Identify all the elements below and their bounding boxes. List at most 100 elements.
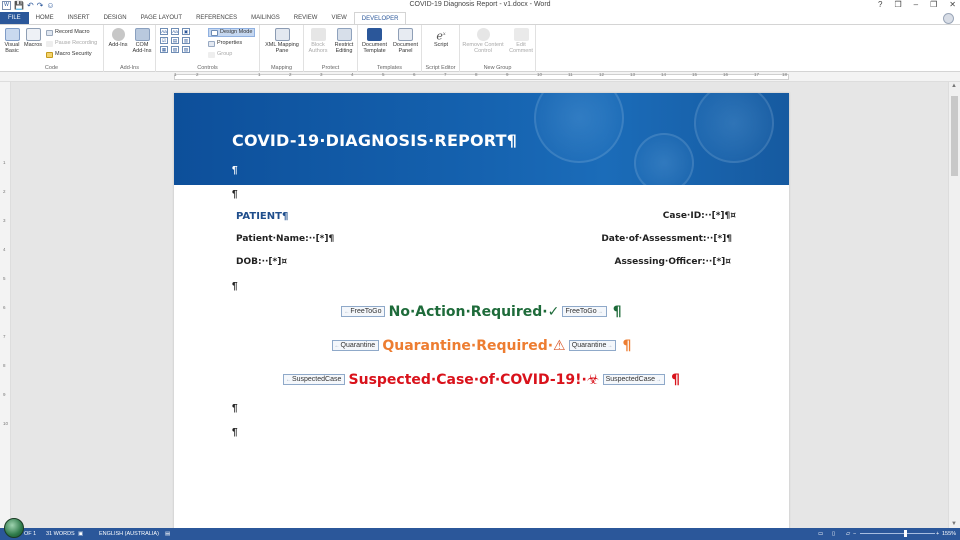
case-id-field[interactable]: Case·ID:··[*]¶¤ (663, 211, 736, 221)
ruler-tick: 16 (723, 72, 729, 77)
web-layout-icon[interactable]: ▱ (846, 531, 850, 537)
record-macro-button[interactable]: Record Macro (46, 29, 90, 36)
header-banner: COVID-19·DIAGNOSIS·REPORT¶ ¶ (174, 93, 789, 185)
horizontal-ruler[interactable]: 1 2 1 2 3 4 5 6 7 8 9 10 11 12 13 14 15 … (0, 72, 960, 82)
edit-comment-icon (513, 28, 529, 41)
tab-design[interactable]: DESIGN (97, 12, 134, 24)
scroll-thumb[interactable] (951, 96, 958, 176)
zoom-level[interactable]: 155% (942, 531, 956, 537)
addins-button[interactable]: Add-Ins (106, 28, 130, 48)
pause-recording-button[interactable]: Pause Recording (46, 40, 97, 47)
zoom-out-icon[interactable]: − (853, 531, 856, 537)
tab-file[interactable]: FILE (0, 12, 29, 24)
vertical-ruler[interactable]: 1 2 3 4 5 6 7 8 9 10 (0, 82, 11, 528)
content-control-start-tag[interactable]: SuspectedCase (282, 374, 346, 385)
restrict-editing-button[interactable]: Restrict Editing (331, 28, 357, 54)
content-control-end-tag[interactable]: Quarantine (568, 340, 617, 351)
proofing-icon[interactable]: ▣ (78, 531, 83, 537)
content-control-start-tag[interactable]: Quarantine (331, 340, 380, 351)
date-control-icon[interactable]: ▧ (171, 46, 179, 53)
document-canvas[interactable]: COVID-19·DIAGNOSIS·REPORT¶ ¶ ¶ PATIENT¶ … (11, 82, 948, 528)
content-control-end-tag[interactable]: FreeToGo (562, 306, 607, 317)
outcome-free-to-go[interactable]: FreeToGo No·Action·Required·✓ FreeToGo ¶ (174, 304, 789, 320)
tab-review[interactable]: REVIEW (287, 12, 325, 24)
document-page[interactable]: COVID-19·DIAGNOSIS·REPORT¶ ¶ ¶ PATIENT¶ … (174, 93, 789, 528)
restore-icon[interactable]: ❒ (930, 0, 937, 9)
document-panel-button[interactable]: Document Panel (390, 28, 421, 54)
outcome-text[interactable]: Suspected·Case·of·COVID-19!· (349, 372, 587, 388)
rich-text-control-icon[interactable]: Aa (160, 28, 168, 35)
scroll-up-icon[interactable]: ▲ (951, 83, 957, 89)
tab-mailings[interactable]: MAILINGS (244, 12, 287, 24)
xml-mapping-pane-button[interactable]: XML Mapping Pane (261, 28, 303, 54)
tab-view[interactable]: VIEW (324, 12, 353, 24)
group-label-mapping: Mapping (270, 65, 293, 71)
script-button[interactable]: ex Script (426, 28, 456, 48)
group-script-editor: ex Script Script Editor (422, 25, 460, 72)
patient-heading[interactable]: PATIENT¶ (236, 211, 288, 222)
tab-insert[interactable]: INSERT (61, 12, 97, 24)
design-mode-icon (211, 29, 218, 36)
minimize-icon[interactable]: – (914, 0, 918, 9)
tab-developer[interactable]: DEVELOPER (353, 12, 407, 24)
content-control-start-tag[interactable]: FreeToGo (341, 306, 386, 317)
zoom-in-icon[interactable]: + (936, 531, 939, 537)
outcome-text[interactable]: Quarantine·Required· (382, 338, 553, 354)
page-count[interactable]: OF 1 (24, 531, 36, 537)
outcome-suspected-case[interactable]: SuspectedCase Suspected·Case·of·COVID-19… (174, 372, 789, 388)
remove-content-control-button[interactable]: Remove Content Control (460, 28, 506, 54)
edit-comment-button[interactable]: Edit Comment (506, 28, 536, 54)
visual-basic-icon (4, 28, 20, 41)
ruler-tick: 8 (475, 72, 478, 77)
ruler-tick: 15 (692, 72, 698, 77)
macro-security-button[interactable]: Macro Security (46, 51, 92, 58)
title-bar: W 💾 ↶ ↷ ☺ COVID-19 Diagnosis Report - v1… (0, 0, 960, 11)
ruler-tick: 13 (630, 72, 636, 77)
print-layout-icon[interactable]: ▯ (832, 531, 835, 537)
user-account-icon[interactable] (943, 13, 954, 24)
ruler-tick: 2 (289, 72, 292, 77)
zoom-slider-knob[interactable] (904, 530, 907, 537)
ruler-tick: 6 (413, 72, 416, 77)
tab-page-layout[interactable]: PAGE LAYOUT (134, 12, 189, 24)
word-count[interactable]: 31 WORDS (46, 531, 75, 537)
design-mode-button[interactable]: Design Mode (208, 28, 256, 37)
ruler-tick: 9 (3, 392, 6, 397)
legacy-tools-icon[interactable]: ▨ (182, 46, 190, 53)
properties-button[interactable]: Properties (208, 40, 242, 47)
plain-text-control-icon[interactable]: Aa (171, 28, 179, 35)
ruler-tick: 17 (754, 72, 760, 77)
scroll-down-icon[interactable]: ▼ (951, 521, 957, 527)
combobox-control-icon[interactable]: ▤ (171, 37, 179, 44)
tab-home[interactable]: HOME (29, 12, 61, 24)
close-icon[interactable]: ✕ (949, 0, 956, 9)
ribbon-display-icon[interactable]: ❒ (895, 0, 902, 9)
block-authors-button[interactable]: Block Authors (305, 28, 331, 54)
content-control-end-tag[interactable]: SuspectedCase (602, 374, 665, 385)
read-mode-icon[interactable]: ▭ (818, 531, 823, 537)
visual-basic-button[interactable]: Visual Basic (2, 28, 22, 54)
outcome-quarantine[interactable]: Quarantine Quarantine·Required·⚠ Quarant… (174, 338, 789, 354)
checkbox-control-icon[interactable]: ☑ (160, 37, 168, 44)
patient-name-field[interactable]: Patient·Name:··[*]¶ (236, 234, 334, 244)
assessing-officer-field[interactable]: Assessing·Officer:··[*]¤ (614, 257, 731, 267)
macros-button[interactable]: Macros (22, 28, 44, 48)
properties-icon (208, 40, 215, 47)
vertical-scrollbar[interactable]: ▲ ▼ (948, 82, 960, 528)
zoom-slider[interactable] (860, 533, 935, 534)
com-addins-button[interactable]: COM Add-Ins (130, 28, 154, 54)
dropdown-control-icon[interactable]: ▥ (182, 37, 190, 44)
picture-control-icon[interactable]: ▣ (182, 28, 190, 35)
document-template-button[interactable]: Document Template (359, 28, 390, 54)
group-label-protect: Protect (321, 65, 340, 71)
help-icon[interactable]: ? (878, 0, 882, 9)
macro-recording-icon[interactable]: ▤ (165, 531, 170, 537)
group-button[interactable]: Group (208, 51, 232, 58)
building-block-control-icon[interactable]: ▦ (160, 46, 168, 53)
outcome-text[interactable]: No·Action·Required· (389, 304, 548, 320)
language-indicator[interactable]: ENGLISH (AUSTRALIA) (99, 531, 159, 537)
tab-references[interactable]: REFERENCES (189, 12, 244, 24)
date-of-assessment-field[interactable]: Date·of·Assessment:··[*]¶ (601, 234, 732, 244)
dob-field[interactable]: DOB:··[*]¤ (236, 257, 287, 267)
report-title[interactable]: COVID-19·DIAGNOSIS·REPORT¶ (232, 131, 517, 150)
